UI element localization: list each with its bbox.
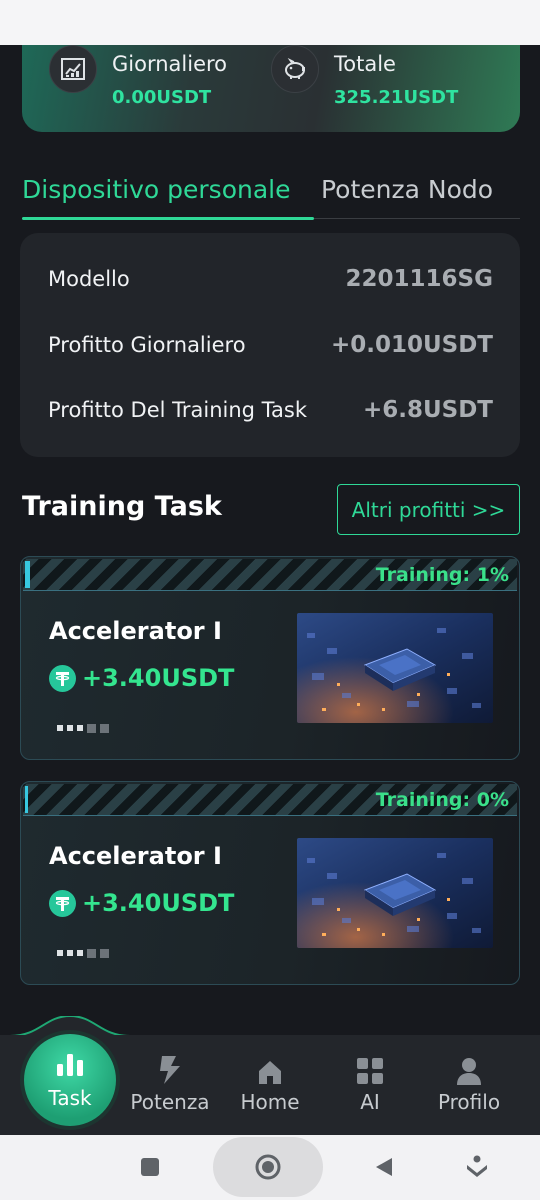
info-value: +0.010USDT [330, 332, 493, 358]
info-row-model: Modello 2201116SG [48, 264, 493, 294]
daily-earnings-value: 0.00USDT [112, 87, 212, 108]
nav-ai[interactable]: AI [325, 1050, 415, 1114]
assistant-button[interactable] [462, 1137, 492, 1197]
chevron-down-icon [467, 1155, 487, 1177]
nav-label: Profilo [437, 1090, 501, 1114]
task-reward: +3.40USDT [49, 889, 234, 917]
earnings-card: Giornaliero 0.00USDT Totale 325.21USDT [22, 45, 520, 132]
info-label: Profitto Giornaliero [48, 333, 246, 357]
nav-profile[interactable]: Profilo [424, 1050, 514, 1114]
back-button[interactable] [372, 1137, 396, 1197]
training-progress-bar: Training: 0% [23, 784, 517, 816]
progress-fill [25, 561, 30, 588]
tether-icon [49, 889, 76, 917]
back-triangle-icon [376, 1158, 392, 1176]
training-progress-bar: Training: 1% [23, 559, 517, 591]
grid-icon [325, 1050, 415, 1086]
home-button[interactable] [213, 1137, 323, 1197]
piggy-bank-icon [271, 45, 319, 93]
total-earnings-label: Totale [334, 52, 396, 76]
circuit-board-image [297, 613, 493, 723]
info-row-training-profit: Profitto Del Training Task +6.8USDT [48, 395, 493, 425]
more-profits-button[interactable]: Altri profitti >> [337, 484, 520, 535]
nav-label: Potenza [130, 1090, 210, 1114]
nav-label: AI [360, 1090, 380, 1114]
nav-label: Task [48, 1086, 92, 1110]
status-bar-area [0, 0, 540, 45]
nav-power[interactable]: Potenza [125, 1050, 215, 1114]
reward-amount: +3.40USDT [82, 889, 235, 917]
info-label: Modello [48, 267, 130, 291]
active-tab-indicator [22, 217, 314, 220]
info-label: Profitto Del Training Task [48, 398, 307, 422]
info-row-daily-profit: Profitto Giornaliero +0.010USDT [48, 330, 493, 360]
circuit-board-image [297, 838, 493, 948]
training-task-title: Training Task [22, 491, 222, 522]
circle-icon [255, 1154, 281, 1180]
main-content: Giornaliero 0.00USDT Totale 325.21USDT D… [0, 45, 540, 1035]
device-info-card: Modello 2201116SG Profitto Giornaliero +… [20, 233, 520, 457]
tab-personal-device[interactable]: Dispositivo personale [22, 173, 290, 207]
info-value: 2201116SG [345, 266, 493, 292]
task-reward: +3.40USDT [49, 664, 234, 692]
nav-task[interactable]: Task [24, 1034, 116, 1126]
lightning-icon [125, 1050, 215, 1086]
tether-icon [49, 664, 76, 692]
tab-node-power[interactable]: Potenza Nodo [321, 173, 493, 207]
chart-icon [49, 45, 97, 93]
recents-button[interactable] [138, 1137, 162, 1197]
training-status: Training: 0% [375, 789, 509, 811]
bar-chart-icon [54, 1050, 86, 1082]
daily-earnings: Giornaliero 0.00USDT [49, 45, 228, 109]
user-icon [424, 1050, 514, 1086]
task-card[interactable]: Training: 0% Accelerator I +3.40USDT [20, 781, 520, 985]
task-name: Accelerator I [49, 842, 222, 870]
daily-earnings-label: Giornaliero [112, 52, 228, 76]
tab-bar: Dispositivo personale Potenza Nodo [22, 173, 520, 220]
reward-amount: +3.40USDT [82, 664, 235, 692]
progress-fill [25, 786, 28, 813]
total-earnings-value: 325.21USDT [334, 87, 459, 108]
training-status: Training: 1% [375, 564, 509, 586]
total-earnings: Totale 325.21USDT [271, 45, 459, 109]
pagination-dots [57, 948, 109, 958]
nav-label: Home [240, 1090, 300, 1114]
nav-home[interactable]: Home [225, 1050, 315, 1114]
pagination-dots [57, 723, 109, 733]
home-icon [225, 1050, 315, 1086]
task-card[interactable]: Training: 1% Accelerator I +3.40USDT [20, 556, 520, 760]
task-name: Accelerator I [49, 617, 222, 645]
info-value: +6.8USDT [362, 397, 493, 423]
square-icon [141, 1158, 159, 1176]
